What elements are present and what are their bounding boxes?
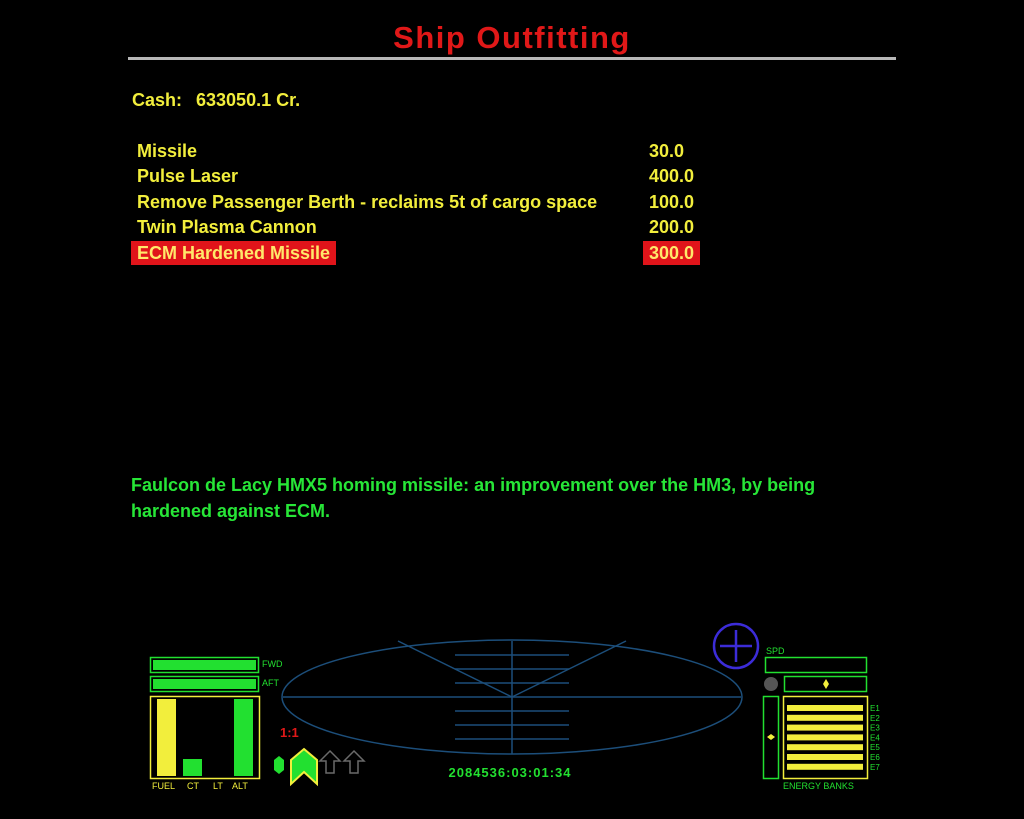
energy-bank-label: E5 <box>870 743 880 752</box>
forward-shield-gauge <box>149 656 260 674</box>
aft-shield-label: AFT <box>262 678 280 688</box>
energy-bank-bar <box>787 714 863 721</box>
energy-bank-label: E4 <box>870 733 880 742</box>
fuel-gauge-bar <box>157 699 176 776</box>
ship-outline-icon <box>342 749 366 774</box>
energy-bank-label: E2 <box>870 714 880 723</box>
energy-bank-label: E7 <box>870 763 880 772</box>
energy-bank-bar <box>787 754 863 760</box>
time-acceleration: 1:1 <box>280 725 299 740</box>
cabin-temp-gauge-label: CT <box>187 781 199 791</box>
pitch-marker <box>767 734 775 740</box>
game-clock: 2084536:03:01:34 <box>449 765 572 780</box>
roll-marker <box>823 679 829 689</box>
altitude-gauge-label: ALT <box>232 781 248 791</box>
player-ship-icon <box>290 747 318 787</box>
altitude-gauge-bar <box>234 699 253 776</box>
ship-hud: FWD AFT FUEL CT LT ALT 1:1 2084536:03:01… <box>149 622 880 791</box>
energy-banks-label: ENERGY BANKS <box>783 781 854 791</box>
status-light <box>764 677 778 691</box>
missile-icon[interactable] <box>274 756 284 774</box>
forward-shield-label: FWD <box>262 659 283 669</box>
energy-banks <box>787 705 863 770</box>
energy-bank-bar <box>787 724 863 731</box>
cabin-temp-gauge-bar <box>183 759 202 776</box>
aft-shield-gauge <box>149 675 260 693</box>
energy-bank-bar <box>787 744 863 751</box>
energy-bank-bar <box>787 763 863 770</box>
speed-gauge <box>764 656 868 674</box>
speed-label: SPD <box>766 646 785 656</box>
energy-bank-label: E6 <box>870 753 880 762</box>
energy-bank-label: E1 <box>870 704 880 713</box>
energy-bank-labels: E1E2E3E4E5E6E7 <box>870 704 880 772</box>
energy-bank-bar <box>787 705 863 711</box>
laser-temp-gauge-label: LT <box>213 781 223 791</box>
energy-bank-bar <box>787 734 863 741</box>
fuel-gauge-label: FUEL <box>152 781 175 791</box>
compass-icon <box>712 622 760 670</box>
status-gauges <box>157 699 253 776</box>
energy-bank-label: E3 <box>870 724 880 733</box>
ship-outline-icon <box>318 749 342 774</box>
scanner <box>281 639 743 755</box>
